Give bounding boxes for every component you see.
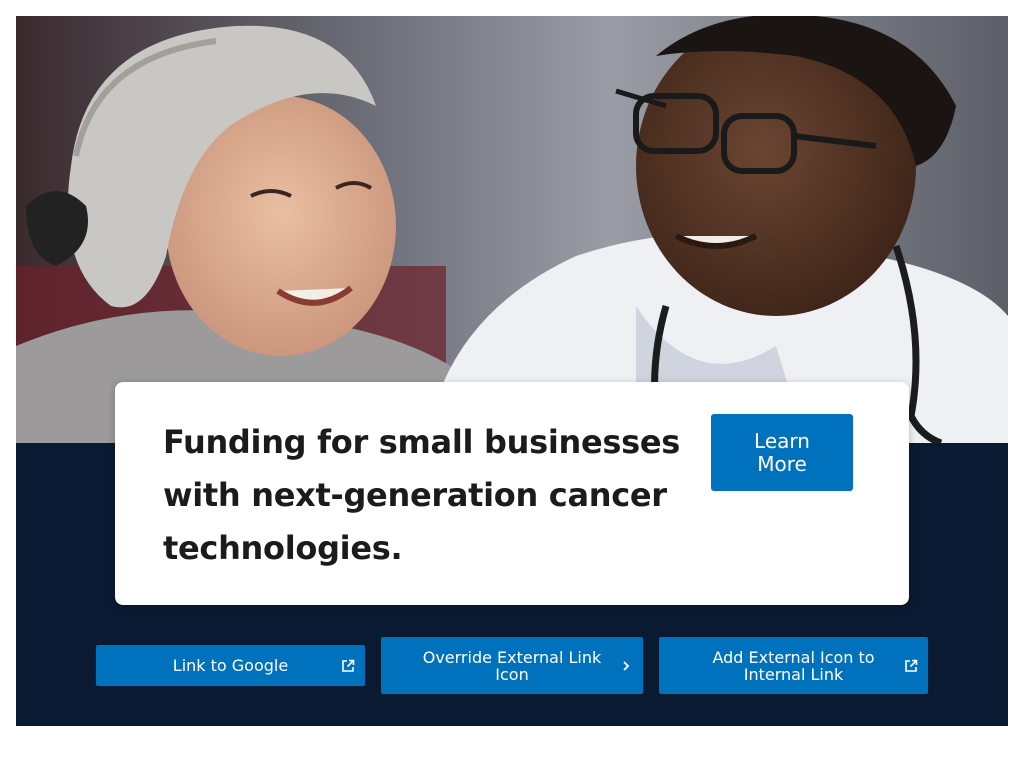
hero-section: Funding for small businesses with next-g… — [16, 16, 1008, 726]
hero-photo — [16, 16, 1008, 443]
override-external-link-icon-button[interactable]: Override External Link Icon — [381, 637, 643, 694]
promo-card: Funding for small businesses with next-g… — [115, 382, 909, 605]
chevron-right-icon — [619, 659, 633, 673]
link-to-google-label: Link to Google — [172, 656, 289, 675]
card-headline: Funding for small businesses with next-g… — [163, 423, 681, 567]
external-link-icon — [904, 659, 918, 673]
learn-more-button[interactable]: Learn More — [711, 414, 853, 491]
external-link-icon — [341, 659, 355, 673]
override-external-link-icon-label: Override External Link Icon — [422, 647, 602, 684]
link-to-google-button[interactable]: Link to Google — [96, 645, 365, 686]
add-external-icon-to-internal-link-button[interactable]: Add External Icon to Internal Link — [659, 637, 928, 694]
add-external-icon-to-internal-link-label: Add External Icon to Internal Link — [712, 647, 875, 684]
